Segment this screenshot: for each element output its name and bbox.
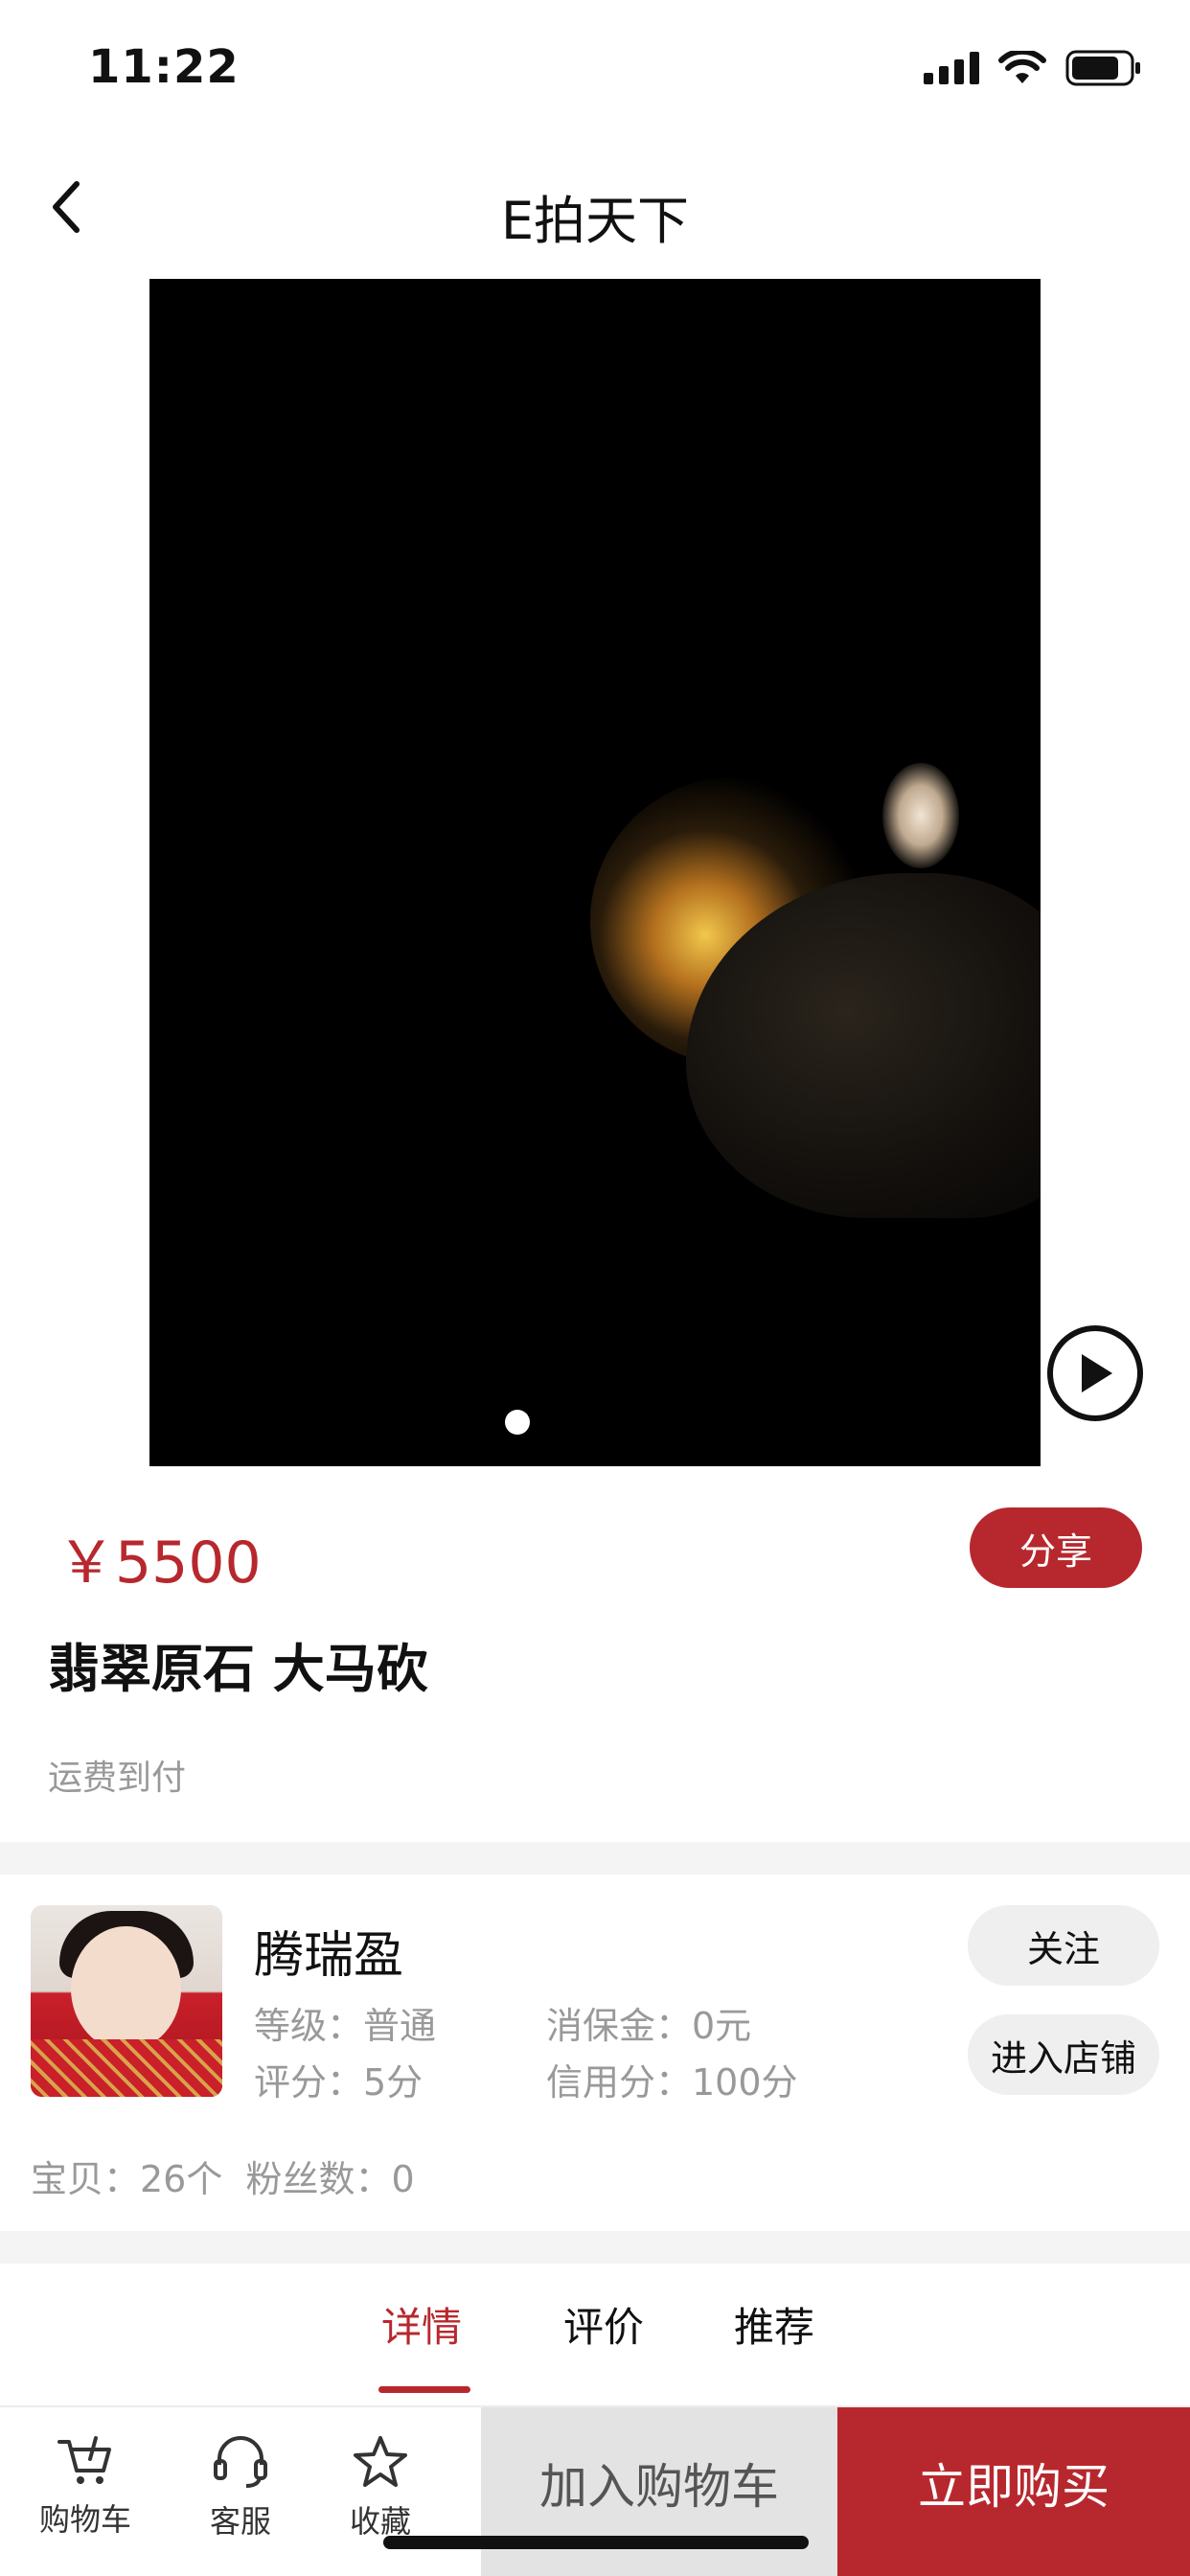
tab-details[interactable]: 详情 bbox=[381, 2295, 462, 2354]
seller-avatar[interactable] bbox=[31, 1905, 222, 2097]
seller-stats: 宝贝：26个 粉丝数：0 bbox=[31, 2150, 415, 2202]
product-price: ￥5500 bbox=[57, 1530, 262, 1597]
seller-deposit: 消保金：0元 bbox=[546, 2005, 752, 2047]
seller-rating: 评分：5分 bbox=[254, 2061, 423, 2104]
section-divider bbox=[0, 2231, 1190, 2264]
cart-button[interactable]: 购物车 bbox=[13, 2407, 157, 2576]
image-light-spot bbox=[882, 763, 959, 868]
follow-button[interactable]: 关注 bbox=[968, 1905, 1159, 1986]
section-divider bbox=[0, 1842, 1190, 1874]
avatar-dress bbox=[31, 2039, 222, 2097]
active-tab-indicator bbox=[378, 2386, 470, 2393]
favorite-button[interactable]: 收藏 bbox=[309, 2407, 452, 2576]
cart-label: 购物车 bbox=[38, 2501, 131, 2538]
cart-icon bbox=[57, 2436, 111, 2484]
product-image[interactable] bbox=[149, 279, 1041, 1466]
buy-now-button[interactable]: 立即购买 bbox=[837, 2407, 1190, 2576]
carousel-indicator bbox=[505, 1410, 530, 1435]
product-title: 翡翠原石 大马砍 bbox=[48, 1639, 428, 1699]
headset-icon bbox=[214, 2436, 267, 2488]
signal-icon bbox=[924, 52, 979, 84]
seller-credit: 信用分：100分 bbox=[546, 2061, 798, 2104]
play-video-button[interactable] bbox=[1047, 1325, 1143, 1421]
seller-level: 等级：普通 bbox=[254, 2005, 437, 2047]
status-icons bbox=[924, 50, 1142, 86]
status-bar: 11:22 bbox=[0, 0, 1190, 144]
home-indicator[interactable] bbox=[383, 2536, 809, 2549]
tab-reviews[interactable]: 评价 bbox=[563, 2295, 644, 2354]
detail-tabs: 详情 评价 推荐 bbox=[0, 2266, 1190, 2405]
bottom-action-bar: 购物车 客服 收藏 加入购物车 立即购买 bbox=[0, 2405, 1190, 2576]
avatar-face bbox=[71, 1926, 181, 2051]
enter-store-button[interactable]: 进入店铺 bbox=[968, 2014, 1159, 2095]
customer-service-button[interactable]: 客服 bbox=[169, 2407, 312, 2576]
seller-fans-count: 粉丝数：0 bbox=[245, 2158, 415, 2200]
seller-items-count: 宝贝：26个 bbox=[31, 2158, 223, 2200]
add-to-cart-button[interactable]: 加入购物车 bbox=[481, 2407, 837, 2576]
star-icon bbox=[354, 2436, 407, 2487]
play-icon bbox=[1082, 1354, 1112, 1392]
status-time: 11:22 bbox=[88, 40, 240, 94]
share-button[interactable]: 分享 bbox=[970, 1507, 1142, 1588]
battery-icon bbox=[1065, 50, 1140, 86]
service-label: 客服 bbox=[209, 2503, 271, 2540]
nav-bar: E拍天下 bbox=[0, 144, 1190, 273]
page-title: E拍天下 bbox=[500, 191, 690, 251]
seller-name: 腾瑞盈 bbox=[254, 1927, 404, 1985]
wifi-icon bbox=[998, 51, 1046, 83]
tab-recommend[interactable]: 推荐 bbox=[734, 2295, 814, 2354]
shipping-info: 运费到付 bbox=[48, 1759, 187, 1798]
